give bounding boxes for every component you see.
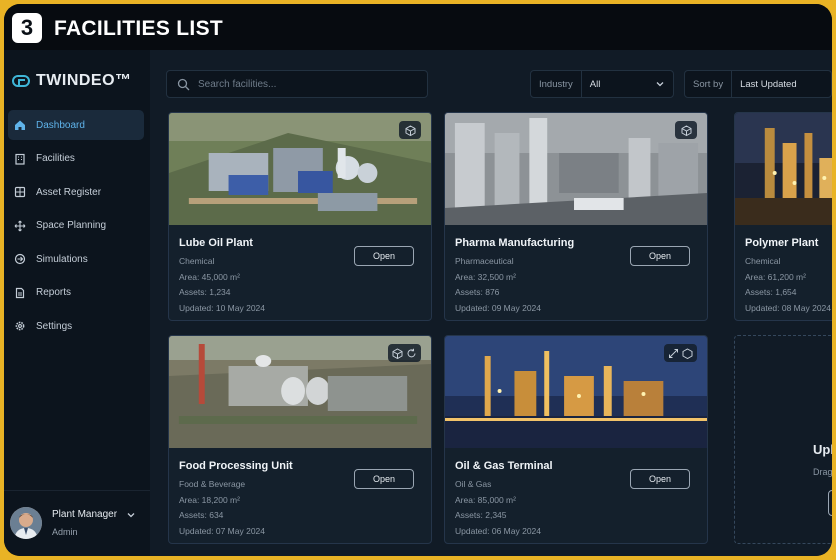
sidebar-item-dashboard[interactable]: Dashboard	[8, 110, 144, 140]
facility-card-pharma-manufacturing[interactable]: Pharma Manufacturing Pharmaceutical Area…	[444, 112, 708, 321]
sidebar-item-reports[interactable]: Reports	[8, 278, 144, 308]
upload-title: Upl	[813, 442, 832, 457]
open-button[interactable]: Open	[354, 469, 414, 489]
brand[interactable]: TWINDEO™	[12, 70, 132, 92]
user-name: Plant Manager	[52, 509, 118, 520]
gear-icon	[14, 320, 26, 332]
facility-image	[445, 336, 707, 448]
expand-icon	[14, 220, 26, 232]
sort-filter-value: Last Updated	[740, 78, 797, 90]
chevron-down-icon	[656, 82, 664, 87]
sidebar-item-label: Asset Register	[36, 186, 102, 198]
facility-category: Oil & Gas	[455, 479, 492, 489]
upload-button[interactable]	[828, 490, 832, 516]
sidebar-item-label: Simulations	[36, 253, 88, 265]
expand-icon	[669, 348, 678, 358]
sidebar-item-label: Reports	[36, 287, 72, 298]
3d-model-badge[interactable]	[399, 121, 421, 139]
facility-title: Food Processing Unit	[179, 460, 293, 472]
database-icon	[14, 186, 26, 198]
industry-filter-value: All	[589, 78, 601, 90]
industry-filter[interactable]: Industry All	[530, 70, 674, 98]
sort-filter-label: Sort by	[685, 71, 733, 97]
brand-name: TWINDEO™	[36, 72, 132, 89]
sort-filter[interactable]: Sort by Last Updated	[684, 70, 832, 98]
facility-image	[735, 113, 832, 225]
building-icon	[14, 153, 26, 165]
facility-assets: Assets: 1,654	[745, 287, 797, 297]
facility-updated: Updated: 10 May 2024	[179, 303, 266, 313]
open-button[interactable]: Open	[630, 246, 690, 266]
chevron-down-icon[interactable]	[126, 510, 136, 520]
main-content: Industry All Sort by Last Updated	[150, 50, 832, 556]
cube-icon	[405, 124, 415, 136]
sidebar-item-asset-register[interactable]: Asset Register	[8, 177, 144, 207]
avatar	[10, 507, 42, 539]
facility-title: Polymer Plant	[745, 237, 819, 249]
facility-area: Area: 18,200 m²	[179, 495, 240, 505]
facility-area: Area: 61,200 m²	[745, 272, 806, 282]
cube-icon	[682, 347, 693, 359]
slide-header: 3 FACILITIES LIST	[4, 4, 832, 50]
search-box[interactable]	[166, 70, 428, 98]
facility-card-food-processing-unit[interactable]: Food Processing Unit Food & Beverage Are…	[168, 335, 432, 544]
industry-filter-label: Industry	[531, 71, 582, 97]
user-role: Admin	[52, 527, 78, 537]
open-button[interactable]: Open	[354, 246, 414, 266]
sidebar-item-label: Settings	[36, 320, 73, 332]
facility-card-polymer-plant[interactable]: Polymer Plant Chemical Area: 61,200 m² A…	[734, 112, 832, 321]
facility-assets: Assets: 1,234	[179, 287, 231, 297]
facility-category: Food & Beverage	[179, 479, 246, 489]
user-menu[interactable]: Plant Manager Admin	[4, 490, 150, 556]
facility-updated: Updated: 09 May 2024	[455, 303, 542, 313]
facility-image	[445, 113, 707, 225]
search-input[interactable]	[198, 78, 418, 90]
facility-updated: Updated: 07 May 2024	[179, 526, 266, 536]
upload-subtitle: Drag	[813, 467, 832, 477]
sidebar-item-space-planning[interactable]: Space Planning	[8, 211, 144, 241]
sidebar-item-facilities[interactable]: Facilities	[8, 144, 144, 174]
facility-title: Lube Oil Plant	[179, 237, 253, 249]
facility-area: Area: 32,500 m²	[455, 272, 516, 282]
sidebar-nav: Dashboard Facilities Asset Register Spac…	[4, 110, 150, 345]
sidebar-item-settings[interactable]: Settings	[8, 311, 144, 341]
facility-updated: Updated: 06 May 2024	[455, 526, 542, 536]
sidebar-item-label: Dashboard	[36, 119, 85, 131]
facility-title: Oil & Gas Terminal	[455, 460, 553, 472]
facility-assets: Assets: 2,345	[455, 510, 507, 520]
slide-title: FACILITIES LIST	[54, 17, 224, 40]
open-button[interactable]: Open	[630, 469, 690, 489]
3d-model-badge[interactable]	[388, 344, 421, 362]
facility-assets: Assets: 634	[179, 510, 224, 520]
home-icon	[14, 119, 26, 131]
sidebar-item-simulations[interactable]: Simulations	[8, 244, 144, 274]
facility-image	[169, 113, 431, 225]
sidebar-item-label: Space Planning	[36, 220, 107, 231]
facility-area: Area: 85,000 m²	[455, 495, 516, 505]
slide-frame: 3 FACILITIES LIST TWINDEO™ Dashboard Fac…	[4, 4, 832, 556]
3d-model-badge[interactable]	[664, 344, 697, 362]
facility-assets: Assets: 876	[455, 287, 500, 297]
sidebar-item-label: Facilities	[36, 153, 75, 164]
refresh-icon	[407, 348, 416, 357]
upload-dropzone[interactable]: Upl Drag	[734, 335, 832, 544]
twindeo-logo-icon	[12, 75, 30, 87]
facility-category: Pharmaceutical	[455, 256, 514, 266]
facility-category: Chemical	[179, 256, 215, 266]
facility-updated: Updated: 08 May 2024	[745, 303, 832, 313]
search-icon	[177, 78, 190, 90]
facility-card-oil-gas-terminal[interactable]: Oil & Gas Terminal Oil & Gas Area: 85,00…	[444, 335, 708, 544]
facility-image	[169, 336, 431, 448]
facility-area: Area: 45,000 m²	[179, 272, 240, 282]
sidebar: TWINDEO™ Dashboard Facilities Asset Regi…	[4, 50, 150, 556]
3d-model-badge[interactable]	[675, 121, 697, 139]
step-badge: 3	[12, 13, 42, 43]
facility-title: Pharma Manufacturing	[455, 237, 575, 249]
document-icon	[14, 287, 26, 299]
simulation-icon	[14, 253, 26, 265]
facility-card-lube-oil-plant[interactable]: Lube Oil Plant Chemical Area: 45,000 m² …	[168, 112, 432, 321]
facility-category: Chemical	[745, 256, 781, 266]
cube-icon	[392, 347, 403, 359]
cube-icon	[681, 124, 691, 136]
